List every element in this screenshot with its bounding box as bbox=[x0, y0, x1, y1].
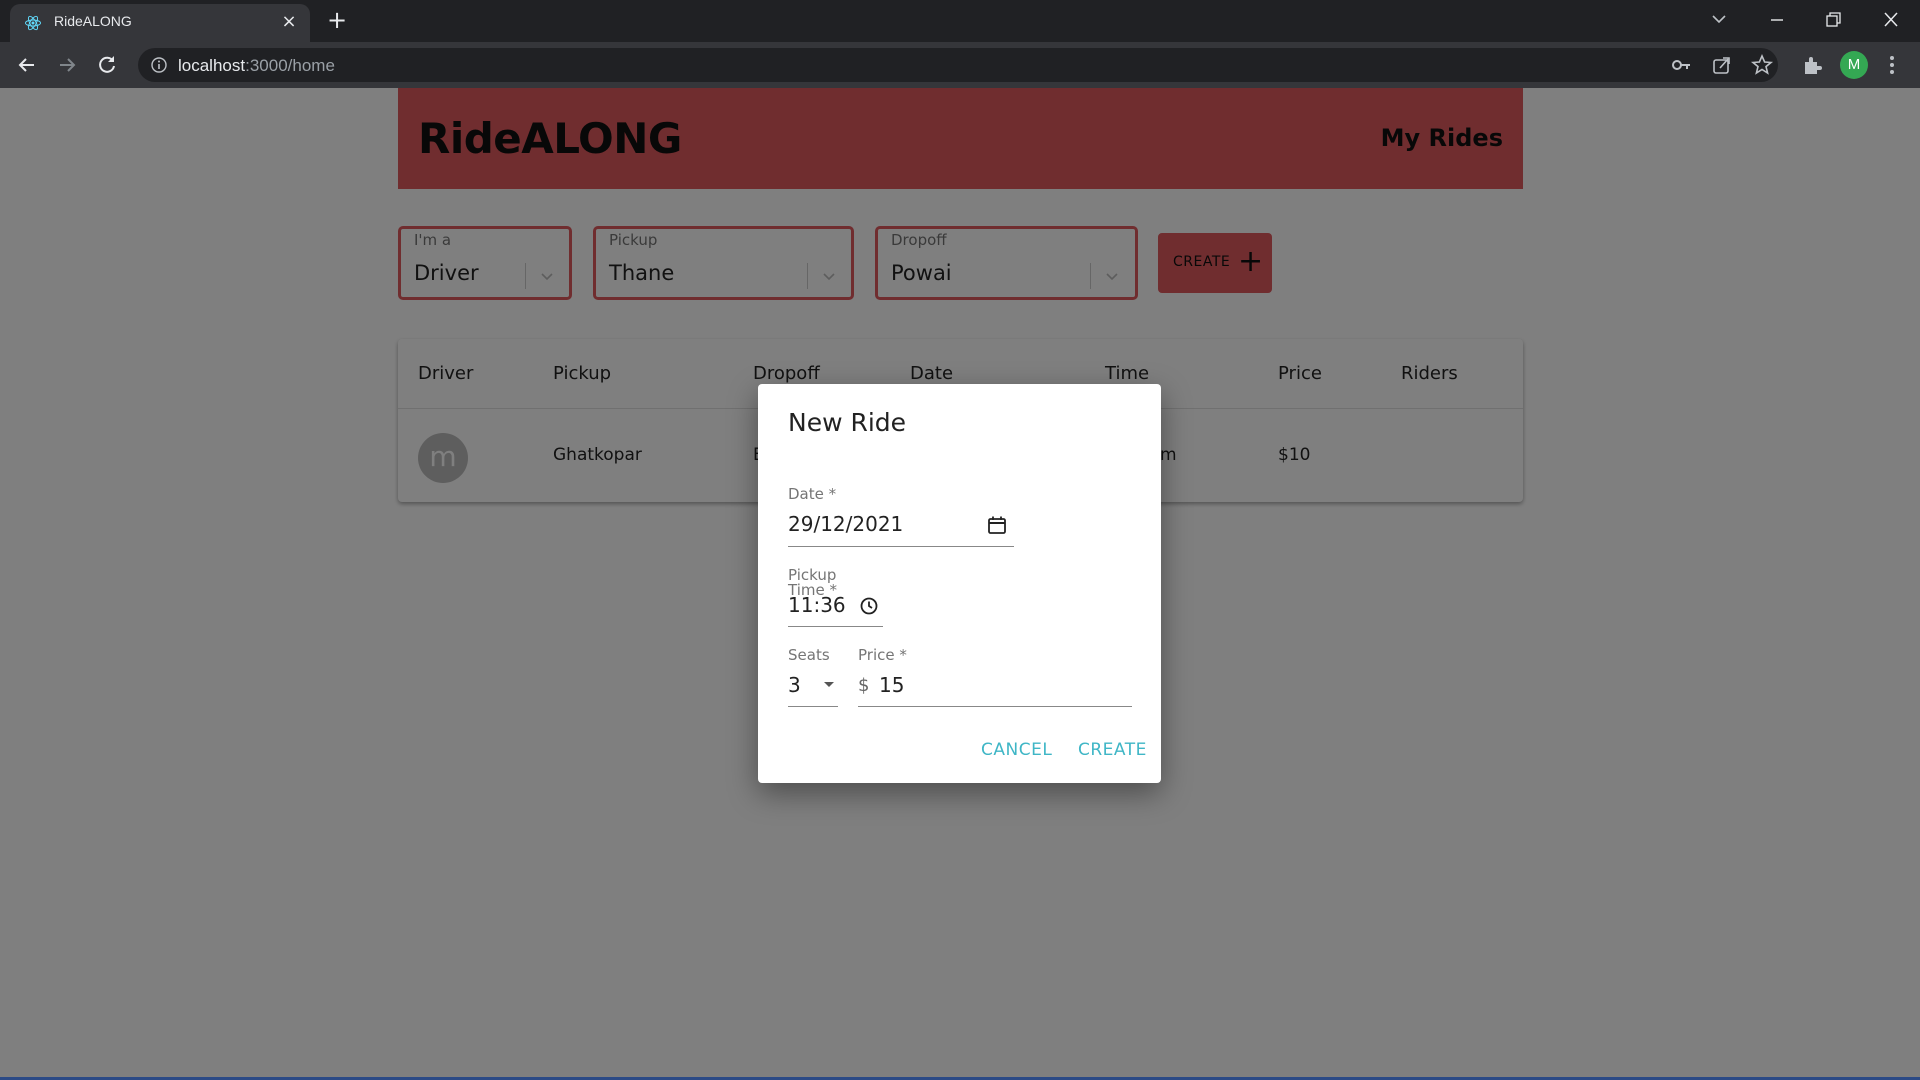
back-icon[interactable] bbox=[12, 50, 42, 80]
site-info-icon[interactable] bbox=[150, 56, 168, 74]
tab-title: RideALONG bbox=[54, 13, 132, 29]
create-button[interactable]: CREATE bbox=[1078, 740, 1147, 760]
dropdown-arrow-icon[interactable] bbox=[820, 675, 838, 693]
profile-avatar[interactable]: M bbox=[1840, 51, 1868, 79]
react-icon bbox=[25, 15, 41, 31]
window-close-icon[interactable] bbox=[1874, 6, 1908, 34]
browser-tab[interactable]: RideALONG × bbox=[10, 4, 310, 42]
reload-icon[interactable] bbox=[92, 50, 122, 80]
date-input[interactable]: 29/12/2021 bbox=[788, 512, 903, 536]
menu-dots-icon[interactable] bbox=[1878, 51, 1906, 79]
address-bar[interactable]: localhost:3000/home bbox=[138, 48, 1778, 82]
seats-underline bbox=[788, 706, 838, 707]
price-currency: $ bbox=[858, 675, 870, 696]
share-icon[interactable] bbox=[1708, 51, 1736, 79]
url-host: localhost bbox=[178, 56, 246, 75]
browser-toolbar: localhost:3000/home bbox=[0, 42, 1920, 88]
seats-select[interactable]: 3 bbox=[788, 673, 801, 697]
new-tab-icon[interactable]: + bbox=[325, 8, 349, 32]
date-underline bbox=[788, 546, 1014, 547]
seats-label: Seats bbox=[788, 646, 830, 664]
restore-icon[interactable] bbox=[1816, 6, 1850, 34]
new-ride-dialog: New Ride Date * 29/12/2021 Pickup Time *… bbox=[758, 384, 1161, 783]
price-label: Price * bbox=[858, 646, 907, 664]
extensions-puzzle-icon[interactable] bbox=[1798, 51, 1826, 79]
calendar-icon[interactable] bbox=[986, 514, 1008, 536]
time-input[interactable]: 11:36 bbox=[788, 593, 846, 617]
page: RideALONG My Rides I'm a Driver Pickup T… bbox=[0, 88, 1920, 1080]
bookmark-star-icon[interactable] bbox=[1748, 51, 1776, 79]
url-path: :3000/home bbox=[245, 56, 335, 75]
clock-icon[interactable] bbox=[859, 596, 879, 616]
url-text: localhost:3000/home bbox=[178, 56, 335, 76]
browser-tabstrip: RideALONG × + bbox=[0, 0, 1920, 42]
price-input[interactable]: 15 bbox=[879, 673, 904, 697]
cancel-button[interactable]: CANCEL bbox=[981, 740, 1052, 760]
password-key-icon[interactable] bbox=[1668, 51, 1696, 79]
dialog-title: New Ride bbox=[788, 408, 907, 437]
tab-search-chevron-icon[interactable] bbox=[1702, 6, 1736, 34]
forward-icon[interactable] bbox=[52, 50, 82, 80]
price-underline bbox=[858, 706, 1132, 707]
tab-close-icon[interactable]: × bbox=[280, 13, 298, 31]
minimize-icon[interactable] bbox=[1760, 6, 1794, 34]
date-label: Date * bbox=[788, 485, 837, 503]
time-underline bbox=[788, 626, 883, 627]
